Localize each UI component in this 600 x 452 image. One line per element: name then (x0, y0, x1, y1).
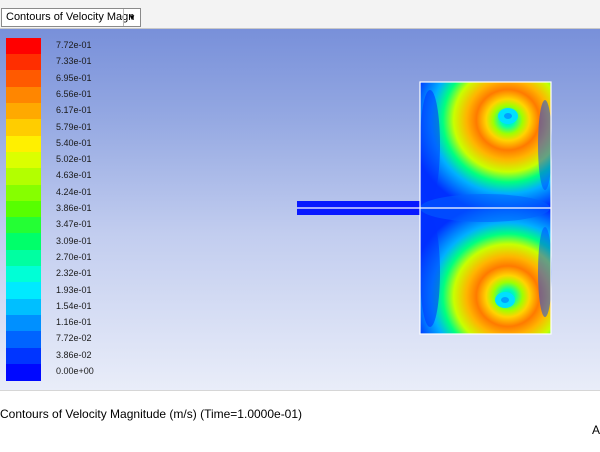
inlet-pipe (297, 201, 421, 215)
contour-plot (297, 81, 552, 335)
chamber (419, 81, 552, 335)
plot-caption: Contours of Velocity Magnitude (m/s) (Ti… (0, 407, 303, 421)
graphics-viewport[interactable]: 7.72e-01 7.33e-01 6.95e-01 6.56e-01 6.17e-01… (0, 0, 600, 390)
display-selector-label: Contours of Velocity Magn (6, 11, 135, 23)
corner-label: A (591, 423, 600, 437)
chevron-down-icon[interactable]: ▼ (123, 9, 140, 26)
display-selector-dropdown[interactable]: Contours of Velocity Magn ▼ (1, 8, 141, 27)
graphics-toolbar: Contours of Velocity Magn ▼ (0, 0, 600, 29)
